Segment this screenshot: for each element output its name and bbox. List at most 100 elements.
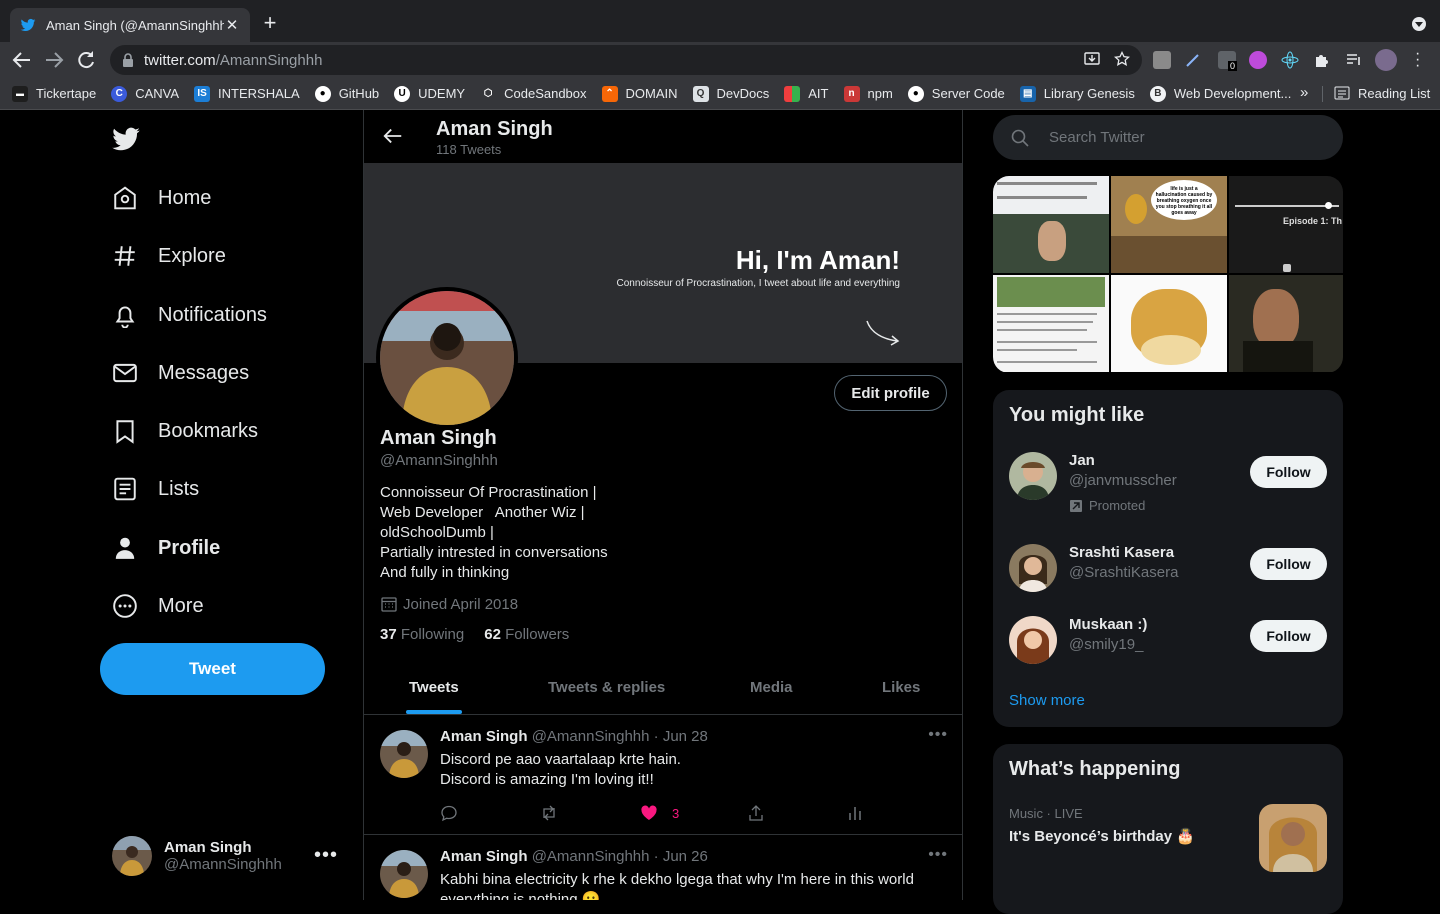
react-devtools-icon[interactable]	[1281, 51, 1299, 69]
retweet-button[interactable]	[540, 804, 558, 822]
bookmark-item[interactable]: B Web Development...	[1149, 85, 1291, 102]
calendar-icon	[381, 597, 397, 612]
nav-explore[interactable]: Explore	[112, 236, 226, 276]
tab-likes[interactable]: Likes	[882, 679, 920, 696]
account-switcher[interactable]: Aman Singh @AmannSinghhh •••	[112, 834, 352, 878]
suggested-user[interactable]: Srashti Kasera @SrashtiKasera Follow	[1009, 544, 1327, 604]
media-thumbnail[interactable]: Episode 1: Th	[1229, 176, 1343, 273]
tab-search-icon[interactable]	[1412, 17, 1426, 31]
tab-tweets[interactable]: Tweets	[409, 679, 459, 696]
bookmarks-overflow-icon[interactable]: »	[1300, 84, 1308, 101]
follow-button[interactable]: Follow	[1250, 456, 1327, 488]
mail-icon	[113, 363, 137, 383]
bookmark-item[interactable]: ⌃ DOMAIN	[601, 85, 678, 102]
new-tab-icon[interactable]: +	[258, 11, 282, 35]
bookmark-item[interactable]: AIT	[784, 85, 829, 102]
nav-messages[interactable]: Messages	[112, 353, 249, 393]
back-arrow-icon[interactable]	[382, 125, 404, 147]
bookmark-item[interactable]: Q DevDocs	[692, 85, 769, 102]
tweet[interactable]: Aman Singh @AmannSinghhh · Jun 28 ••• Di…	[364, 716, 962, 835]
account-more-icon[interactable]: •••	[314, 844, 338, 867]
bookmark-item[interactable]: ● GitHub	[314, 85, 379, 102]
bookmark-item[interactable]: ▤ Library Genesis	[1019, 85, 1135, 102]
forward-arrow-icon[interactable]	[42, 48, 66, 72]
bookmark-item[interactable]: IS INTERSHALA	[194, 85, 300, 102]
avatar	[1009, 452, 1057, 500]
bookmark-star-icon[interactable]	[1114, 51, 1130, 67]
following-link[interactable]: 37 Following	[380, 626, 464, 643]
extension-globe-icon[interactable]	[1249, 51, 1267, 69]
media-thumbnail[interactable]	[993, 176, 1109, 273]
more-circle-icon	[113, 594, 137, 618]
followers-link[interactable]: 62 Followers	[484, 626, 569, 643]
suggested-user[interactable]: Muskaan :) @smily19_ Follow	[1009, 616, 1327, 676]
tweet[interactable]: Aman Singh @AmannSinghhh · Jun 26 ••• Ka…	[364, 836, 962, 900]
extension-pen-icon[interactable]	[1184, 51, 1202, 69]
back-arrow-icon[interactable]	[10, 48, 34, 72]
user-handle: @SrashtiKasera	[1069, 564, 1179, 581]
tweet-header: Aman Singh @AmannSinghhh · Jun 28	[440, 728, 708, 745]
tweet-button[interactable]: Tweet	[100, 643, 325, 695]
tweet-more-icon[interactable]: •••	[928, 846, 948, 864]
suggested-user[interactable]: Jan @janvmusscher Promoted Follow	[1009, 452, 1327, 513]
tab-media[interactable]: Media	[750, 679, 793, 696]
like-button[interactable]: 3	[640, 804, 679, 822]
show-more-link[interactable]: Show more	[1009, 692, 1085, 709]
extension-badge-icon[interactable]: 0	[1218, 51, 1238, 71]
nav-lists[interactable]: Lists	[112, 469, 199, 509]
nav-more[interactable]: More	[112, 586, 204, 626]
extension-k-icon[interactable]	[1153, 51, 1171, 69]
nav-notifications[interactable]: Notifications	[112, 295, 267, 335]
bookmark-item[interactable]: U UDEMY	[394, 85, 465, 102]
media-controls-icon[interactable]	[1345, 51, 1363, 69]
tweet-more-icon[interactable]: •••	[928, 726, 948, 744]
intershala-icon: IS	[194, 85, 211, 102]
reload-icon[interactable]	[74, 48, 98, 72]
browser-menu-icon[interactable]: · · ·	[1415, 46, 1420, 74]
search-input[interactable]: Search Twitter	[993, 115, 1343, 160]
avatar[interactable]	[380, 850, 428, 898]
retweet-icon	[543, 805, 555, 821]
follow-button[interactable]: Follow	[1250, 620, 1327, 652]
reading-list-button[interactable]: Reading List	[1334, 85, 1430, 101]
extensions-puzzle-icon[interactable]	[1313, 51, 1331, 69]
reply-button[interactable]	[440, 804, 458, 822]
twitter-logo-icon[interactable]	[111, 124, 141, 154]
browser-tab[interactable]: Aman Singh (@AmannSinghhh ✕	[10, 8, 250, 42]
bookmark-item[interactable]: C CANVA	[111, 85, 179, 102]
close-tab-icon[interactable]: ✕	[224, 16, 240, 34]
profile-avatar[interactable]	[376, 287, 518, 429]
analytics-button[interactable]	[846, 804, 864, 822]
nav-bookmarks[interactable]: Bookmarks	[112, 411, 258, 451]
tweet-count: 118 Tweets	[436, 142, 502, 157]
active-tab-indicator	[406, 710, 462, 714]
url-path: /AmannSinghhh	[215, 51, 323, 69]
profile-media-grid: life is just a hallucination caused by b…	[993, 176, 1343, 373]
share-button[interactable]	[747, 804, 765, 822]
browser-toolbar: twitter.com/AmannSinghhh 0 · · ·	[0, 42, 1440, 78]
codesandbox-icon: ⬡	[483, 87, 493, 99]
udemy-icon: U	[394, 85, 411, 102]
trend-item[interactable]: Music · LIVE It's Beyoncé’s birthday 🎂	[1009, 804, 1327, 876]
user-handle: @smily19_	[1069, 636, 1144, 653]
edit-profile-button[interactable]: Edit profile	[834, 375, 947, 411]
address-bar[interactable]: twitter.com/AmannSinghhh	[110, 45, 1142, 75]
media-thumbnail[interactable]	[1229, 275, 1343, 372]
install-app-icon[interactable]	[1084, 51, 1100, 67]
media-thumbnail[interactable]	[1111, 275, 1227, 372]
follow-button[interactable]: Follow	[1250, 548, 1327, 580]
bookmark-item[interactable]: ⬡ CodeSandbox	[480, 86, 587, 102]
bookmark-item[interactable]: ● Server Code	[907, 85, 1005, 102]
nav-profile[interactable]: Profile	[112, 528, 220, 568]
bookmark-item[interactable]: n npm	[843, 85, 893, 102]
profile-avatar-icon[interactable]	[1375, 49, 1397, 71]
github-icon: ●	[907, 85, 924, 102]
avatar[interactable]	[380, 730, 428, 778]
profile-handle: @AmannSinghhh	[380, 452, 498, 469]
promoted-label: Promoted	[1069, 498, 1145, 513]
nav-home[interactable]: Home	[112, 178, 211, 218]
tab-tweets-replies[interactable]: Tweets & replies	[548, 679, 665, 696]
bookmark-item[interactable]: ▬ Tickertape	[12, 85, 96, 102]
media-thumbnail[interactable]: life is just a hallucination caused by b…	[1111, 176, 1227, 273]
media-thumbnail[interactable]	[993, 275, 1109, 372]
